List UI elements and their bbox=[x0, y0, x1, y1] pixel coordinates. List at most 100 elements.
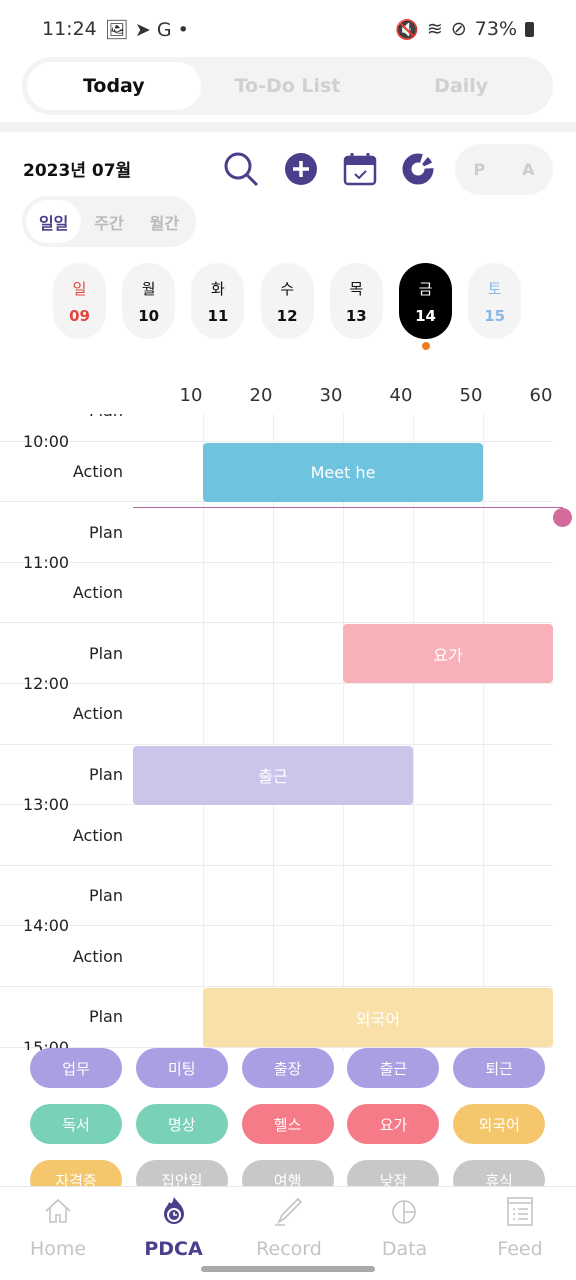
add-icon[interactable] bbox=[282, 150, 320, 188]
category-chip[interactable]: 출장 bbox=[241, 1048, 334, 1088]
home-gesture-bar[interactable] bbox=[201, 1266, 375, 1272]
toggle-p[interactable]: P bbox=[473, 160, 485, 179]
axis-tick-label: 50 bbox=[459, 385, 483, 406]
day-of-week: 목 bbox=[349, 279, 364, 298]
timeline[interactable]: PlanAction10:00PlanAction11:00PlanAction… bbox=[0, 414, 576, 1050]
day-of-week: 토 bbox=[487, 279, 502, 298]
category-chip[interactable]: 미팅 bbox=[135, 1048, 228, 1088]
day-of-week: 금 bbox=[418, 279, 433, 298]
day-14[interactable]: 금 14 bbox=[399, 263, 452, 339]
action-label: Action bbox=[72, 825, 123, 845]
calendar-check-icon[interactable] bbox=[341, 150, 379, 188]
status-bar: 11:24 🖼 ➤ G • 🔇 ≋ ⊘ 73% bbox=[42, 14, 534, 44]
event-block[interactable]: 요가 bbox=[343, 624, 553, 684]
nav-data[interactable]: Data bbox=[355, 1195, 455, 1260]
day-number: 13 bbox=[345, 306, 367, 325]
divider bbox=[0, 122, 576, 132]
current-time-marker[interactable] bbox=[553, 508, 572, 528]
top-segmented-tabs: Today To-Do List Daily bbox=[22, 57, 553, 115]
today-indicator-dot bbox=[422, 342, 430, 350]
nav-label: Home bbox=[29, 1238, 87, 1260]
category-chip[interactable]: 명상 bbox=[135, 1104, 228, 1144]
plan-label: Plan bbox=[88, 643, 123, 663]
current-time-line bbox=[133, 507, 563, 509]
pencil-icon bbox=[273, 1195, 305, 1232]
plan-row[interactable] bbox=[0, 414, 553, 442]
home-icon bbox=[42, 1195, 74, 1232]
event-block[interactable]: Meet he bbox=[203, 442, 483, 502]
mute-icon: 🔇 bbox=[395, 18, 419, 41]
day-11[interactable]: 화 11 bbox=[191, 263, 245, 339]
pdca-flame-clock-icon bbox=[158, 1195, 190, 1232]
plan-label: Plan bbox=[89, 414, 123, 420]
toggle-a[interactable]: A bbox=[522, 160, 534, 179]
day-number: 15 bbox=[484, 306, 506, 325]
day-15[interactable]: 토 15 bbox=[468, 263, 522, 339]
action-label: Action bbox=[72, 583, 123, 603]
axis-tick-label: 40 bbox=[389, 385, 413, 406]
axis-tick-label: 60 bbox=[529, 385, 553, 406]
tab-today[interactable]: Today bbox=[27, 62, 201, 110]
nav-home[interactable]: Home bbox=[8, 1195, 108, 1260]
day-number: 12 bbox=[276, 306, 298, 325]
day-number: 11 bbox=[207, 306, 229, 325]
category-chip[interactable]: 출근 bbox=[347, 1048, 440, 1088]
day-09[interactable]: 일 09 bbox=[53, 263, 106, 339]
category-chip[interactable]: 퇴근 bbox=[453, 1048, 546, 1088]
plan-row[interactable] bbox=[0, 502, 553, 563]
hour-label: 11:00 bbox=[23, 552, 70, 572]
day-13[interactable]: 목 13 bbox=[329, 263, 383, 339]
day-of-week: 일 bbox=[72, 279, 87, 298]
tab-todo-list[interactable]: To-Do List bbox=[201, 62, 375, 110]
day-of-week: 화 bbox=[210, 279, 225, 298]
day-number: 14 bbox=[415, 306, 436, 325]
plan-label: Plan bbox=[88, 764, 123, 784]
list-icon bbox=[504, 1195, 536, 1232]
axis-tick-label: 30 bbox=[319, 385, 343, 406]
nav-pdca[interactable]: PDCA bbox=[124, 1195, 224, 1260]
plan-label: Plan bbox=[88, 522, 123, 542]
category-chip[interactable]: 요가 bbox=[347, 1104, 440, 1144]
plan-label: Plan bbox=[88, 886, 123, 906]
nav-label: Feed bbox=[497, 1238, 543, 1260]
range-weekly[interactable]: 주간 bbox=[81, 200, 136, 243]
hour-label: 13:00 bbox=[23, 795, 70, 815]
nav-label: Record bbox=[256, 1238, 322, 1260]
month-title[interactable]: 2023년 07월 bbox=[23, 156, 131, 181]
plan-action-toggle[interactable]: PA bbox=[455, 144, 553, 195]
event-block[interactable]: 출근 bbox=[133, 745, 413, 805]
day-10[interactable]: 월 10 bbox=[122, 263, 176, 339]
nav-label: Data bbox=[381, 1238, 428, 1260]
notification-icons: 🖼 ➤ G • bbox=[104, 18, 189, 41]
category-chip[interactable]: 외국어 bbox=[453, 1104, 546, 1144]
day-12[interactable]: 수 12 bbox=[260, 263, 314, 339]
plan-row[interactable] bbox=[0, 866, 553, 927]
range-monthly[interactable]: 월간 bbox=[137, 200, 192, 243]
battery-icon bbox=[525, 21, 534, 37]
hour-label: 10:00 bbox=[23, 431, 70, 451]
nav-label: PDCA bbox=[144, 1238, 203, 1260]
category-chip[interactable]: 헬스 bbox=[241, 1104, 334, 1144]
category-chip[interactable]: 독서 bbox=[30, 1104, 122, 1144]
pie-chart-icon bbox=[389, 1195, 421, 1232]
category-chip[interactable]: 업무 bbox=[30, 1048, 122, 1088]
action-label: Action bbox=[72, 946, 123, 966]
day-of-week: 월 bbox=[141, 279, 156, 298]
day-number: 09 bbox=[69, 306, 90, 325]
search-icon[interactable] bbox=[222, 150, 260, 188]
donut-chart-icon[interactable] bbox=[399, 150, 437, 188]
battery-text: 73% bbox=[474, 18, 517, 40]
axis-tick-label: 10 bbox=[179, 385, 203, 406]
nav-feed[interactable]: Feed bbox=[470, 1195, 570, 1260]
hour-label: 14:00 bbox=[23, 916, 70, 936]
event-block[interactable]: 외국어 bbox=[203, 988, 553, 1047]
nav-record[interactable]: Record bbox=[239, 1195, 339, 1260]
wifi-icon: ≋ bbox=[426, 18, 443, 40]
clock: 11:24 bbox=[42, 18, 97, 40]
day-of-week: 수 bbox=[280, 279, 294, 298]
axis-tick-label: 20 bbox=[249, 385, 273, 406]
action-label: Action bbox=[72, 704, 123, 724]
range-daily[interactable]: 일일 bbox=[26, 200, 82, 243]
tab-daily[interactable]: Daily bbox=[374, 62, 548, 110]
plan-label: Plan bbox=[88, 1007, 123, 1027]
